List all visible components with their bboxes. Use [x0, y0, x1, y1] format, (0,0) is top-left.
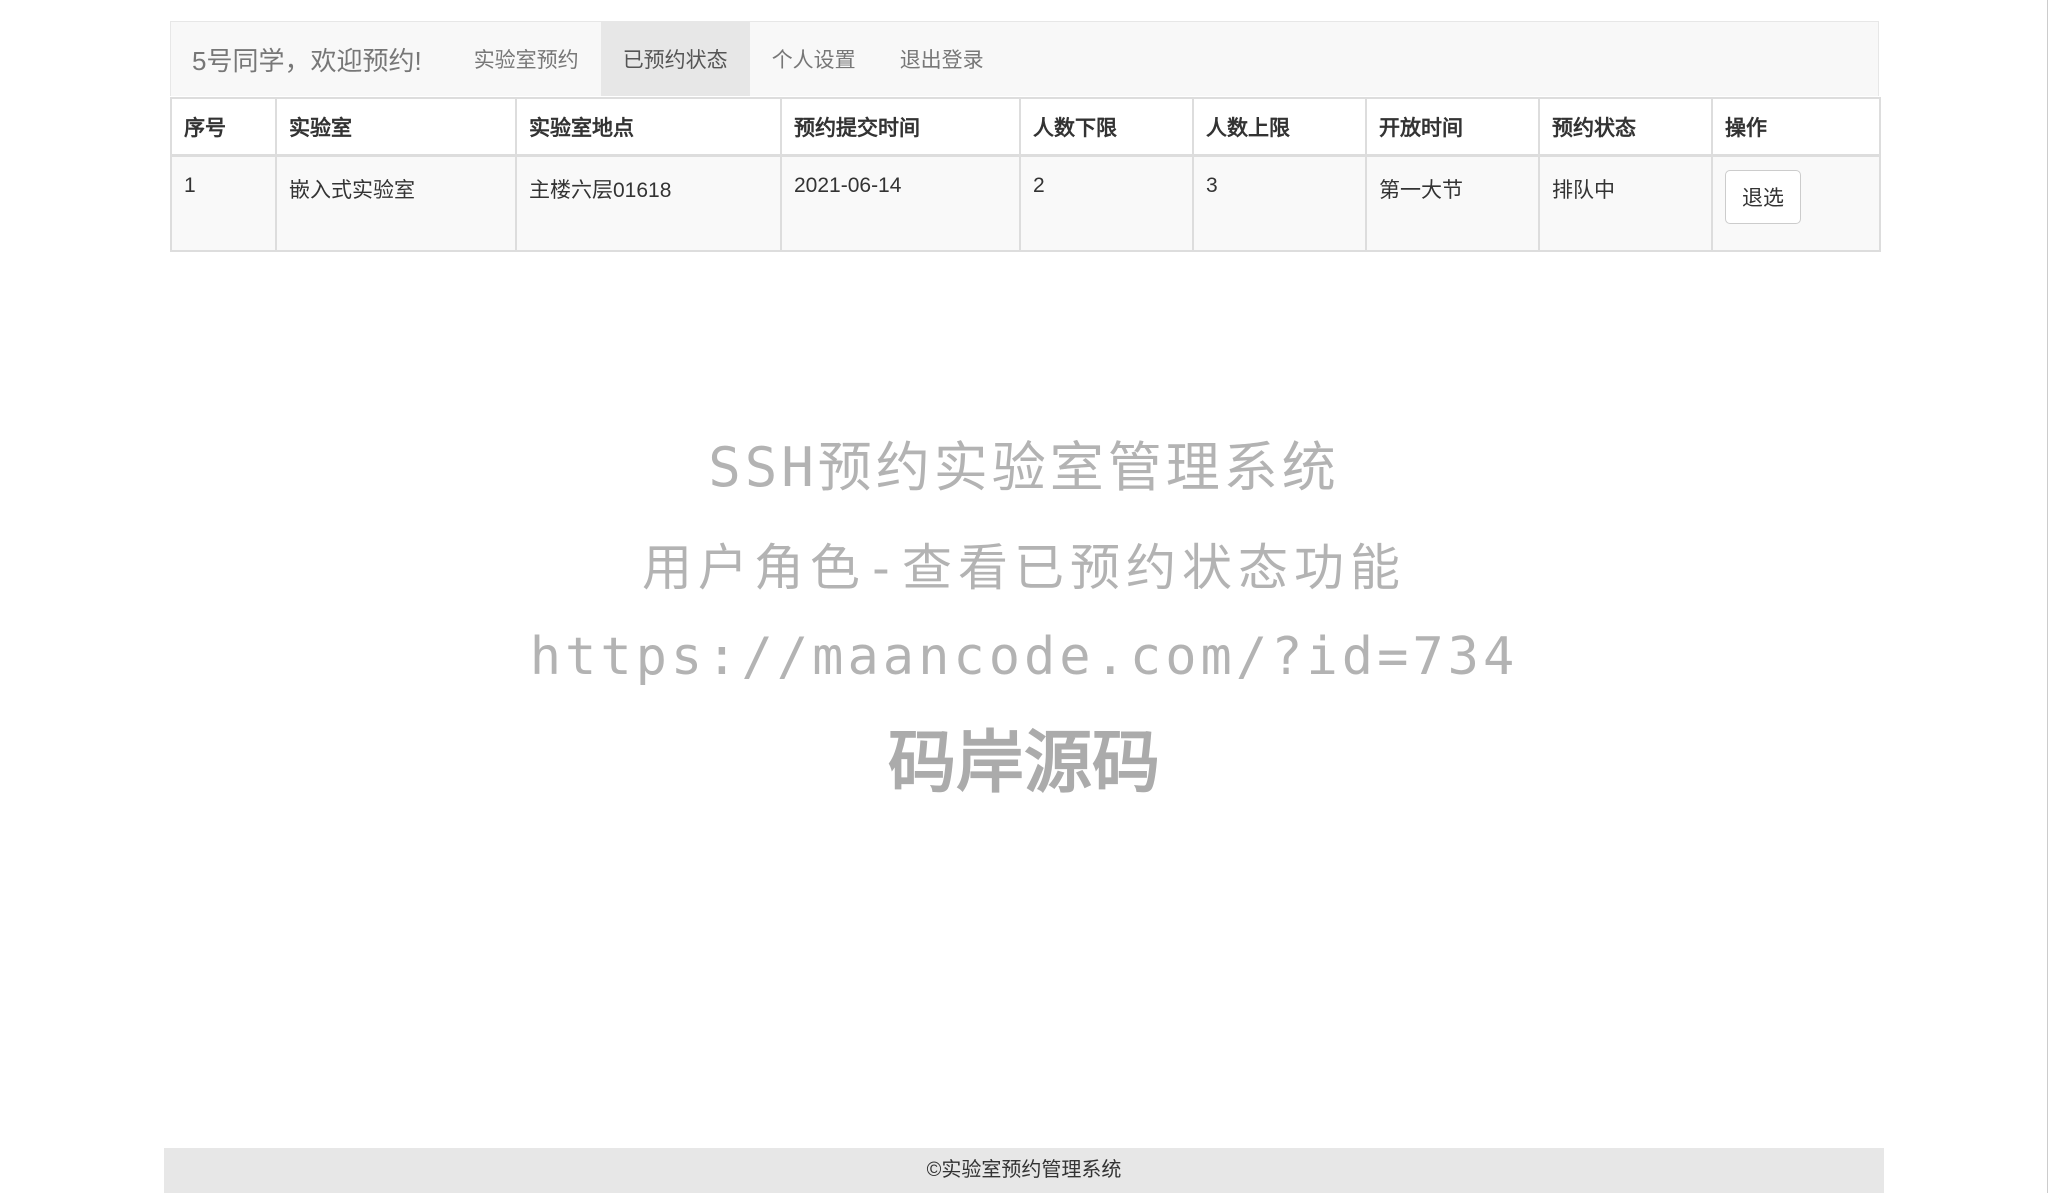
- cell-submit-time: 2021-06-14: [780, 154, 1021, 252]
- column-header-min-people: 人数下限: [1019, 97, 1194, 157]
- nav-item-lab-booking[interactable]: 实验室预约: [452, 22, 601, 96]
- cell-lab: 嵌入式实验室: [275, 154, 517, 252]
- booking-table: 序号 实验室 实验室地点 预约提交时间 人数下限 人数上限 开放时间 预约状态 …: [170, 97, 1881, 252]
- watermark-url: https://maancode.com/?id=734: [529, 627, 1519, 687]
- nav-item-personal-settings[interactable]: 个人设置: [750, 22, 878, 96]
- column-header-location: 实验室地点: [515, 97, 782, 157]
- column-header-index: 序号: [170, 97, 277, 157]
- cell-location: 主楼六层01618: [515, 154, 782, 252]
- table-row: 1 嵌入式实验室 主楼六层01618 2021-06-14 2 3 第一大节 排…: [170, 154, 1881, 252]
- column-header-action: 操作: [1711, 97, 1881, 157]
- page: 5号同学，欢迎预约! 实验室预约 已预约状态 个人设置 退出登录 序号 实验室: [0, 0, 2048, 1193]
- table-header-row: 序号 实验室 实验室地点 预约提交时间 人数下限 人数上限 开放时间 预约状态 …: [170, 97, 1881, 157]
- cell-index: 1: [170, 154, 277, 252]
- cell-open-time: 第一大节: [1365, 154, 1540, 252]
- cell-max-people: 3: [1192, 154, 1367, 252]
- column-header-submit-time: 预约提交时间: [780, 97, 1021, 157]
- watermark-subtitle: 用户角色-查看已预约状态功能: [641, 539, 1407, 597]
- watermark-title: SSH预约实验室管理系统: [708, 436, 1340, 499]
- column-header-max-people: 人数上限: [1192, 97, 1367, 157]
- column-header-open-time: 开放时间: [1365, 97, 1540, 157]
- footer: ©实验室预约管理系统: [164, 1148, 1884, 1193]
- navbar: 5号同学，欢迎预约! 实验室预约 已预约状态 个人设置 退出登录: [170, 21, 1879, 96]
- withdraw-button[interactable]: 退选: [1725, 170, 1801, 224]
- column-header-lab: 实验室: [275, 97, 517, 157]
- navbar-brand[interactable]: 5号同学，欢迎预约!: [171, 22, 452, 96]
- watermark-brand: 码岸源码: [887, 724, 1160, 803]
- cell-status: 排队中: [1538, 154, 1713, 252]
- cell-action: 退选: [1711, 154, 1881, 252]
- cell-min-people: 2: [1019, 154, 1194, 252]
- column-header-status: 预约状态: [1538, 97, 1713, 157]
- booking-table-container: 序号 实验室 实验室地点 预约提交时间 人数下限 人数上限 开放时间 预约状态 …: [170, 97, 1881, 252]
- nav-item-logout[interactable]: 退出登录: [878, 22, 1006, 96]
- nav-item-booking-status[interactable]: 已预约状态: [600, 22, 750, 96]
